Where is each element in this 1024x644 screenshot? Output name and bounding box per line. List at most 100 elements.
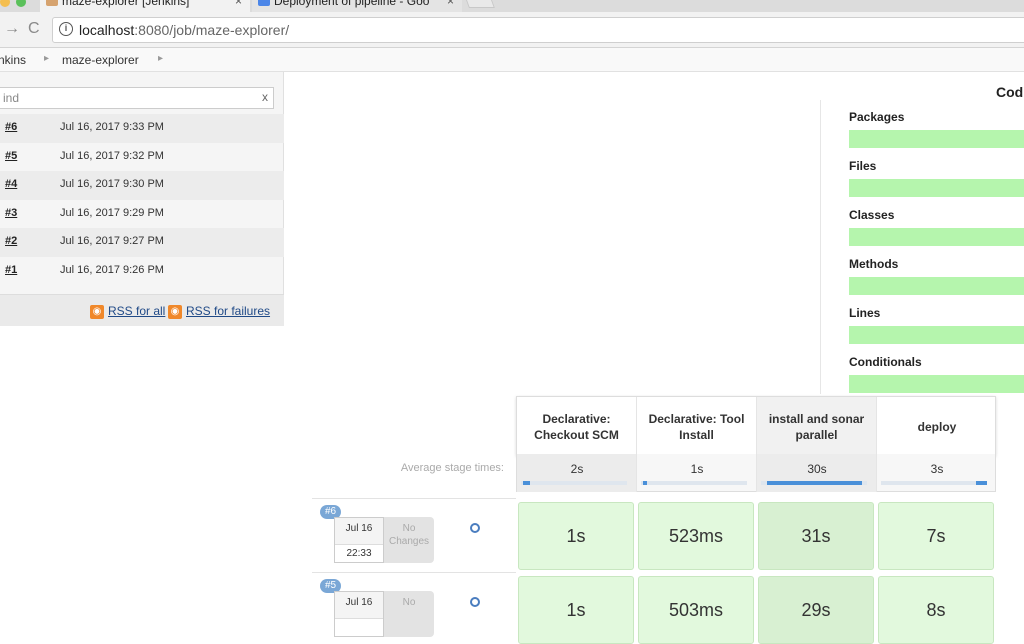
browser-tab-strip: maze-explorer [Jenkins] × Deployment of … — [0, 0, 1024, 12]
coverage-bar-files — [849, 179, 1024, 197]
run-date: Jul 16 — [345, 523, 373, 534]
stage-header-deploy: deploy — [917, 420, 957, 434]
find-build-input[interactable]: ind — [0, 87, 274, 109]
build-number-link[interactable]: #1 — [5, 264, 17, 276]
stage-cell[interactable]: 8s — [878, 576, 994, 644]
build-row: #4 Jul 16, 2017 9:30 PM — [0, 171, 284, 200]
stage-cell[interactable]: 31s — [758, 502, 874, 570]
coverage-label-files: Files — [849, 159, 877, 173]
coverage-bar-lines — [849, 326, 1024, 344]
stage-header-install-sonar: install and sonar parallel — [757, 397, 877, 457]
window-maximize-icon[interactable] — [16, 0, 26, 7]
coverage-label-packages: Packages — [849, 110, 905, 124]
url-text: localhost:8080/job/maze-explorer/ — [79, 22, 290, 38]
jenkins-favicon-icon — [46, 0, 58, 6]
run-date-box: Jul 16 — [334, 591, 384, 637]
build-row: #3 Jul 16, 2017 9:29 PM — [0, 200, 284, 229]
average-stage-times-label: Average stage times: — [400, 462, 504, 474]
stage-cell[interactable]: 29s — [758, 576, 874, 644]
google-docs-favicon-icon — [258, 0, 270, 6]
run-changes[interactable]: No — [384, 591, 434, 637]
build-row: #5 Jul 16, 2017 9:32 PM — [0, 143, 284, 172]
coverage-label-classes: Classes — [849, 208, 895, 222]
new-tab-button[interactable] — [463, 0, 495, 8]
build-row: #2 Jul 16, 2017 9:27 PM — [0, 228, 284, 257]
coverage-label-lines: Lines — [849, 306, 881, 320]
avg-progress-fill — [523, 481, 530, 485]
avg-time: 1s — [690, 462, 704, 476]
breadcrumb-separator-icon[interactable]: ▸ — [158, 53, 163, 64]
avg-time: 30s — [807, 462, 827, 476]
breadcrumb-separator-icon[interactable]: ▸ — [44, 53, 49, 64]
stage-cell[interactable]: 503ms — [638, 576, 754, 644]
avg-progress-track — [881, 481, 987, 485]
tab-close-icon[interactable]: × — [447, 0, 454, 12]
build-number-link[interactable]: #4 — [5, 178, 17, 190]
window-minimize-icon[interactable] — [0, 0, 10, 7]
avg-cell: 3s — [877, 454, 997, 492]
coverage-bar-conditionals — [849, 375, 1024, 393]
rss-icon: ◉ — [168, 305, 182, 319]
code-coverage-panel: Cod Packages Files Classes Methods Lines… — [818, 72, 1024, 394]
stage-header-row: Declarative: Checkout SCM Declarative: T… — [516, 396, 996, 457]
build-date-link[interactable]: Jul 16, 2017 9:29 PM — [60, 207, 164, 219]
breadcrumb-maze-explorer[interactable]: maze-explorer — [62, 53, 139, 67]
rss-icon: ◉ — [90, 305, 104, 319]
avg-progress-fill — [767, 481, 862, 485]
coverage-bar-methods — [849, 277, 1024, 295]
avg-progress-fill — [976, 481, 987, 485]
run-time: 22:33 — [335, 544, 383, 562]
stage-cell[interactable]: 7s — [878, 502, 994, 570]
browser-toolbar: → C i localhost:8080/job/maze-explorer/ — [0, 12, 1024, 48]
reload-icon[interactable]: C — [28, 20, 40, 38]
browser-tab-jenkins[interactable]: maze-explorer [Jenkins] × — [40, 0, 250, 12]
build-date-link[interactable]: Jul 16, 2017 9:33 PM — [60, 121, 164, 133]
tab-title: Deployment of pipeline - Goo — [274, 0, 430, 8]
stage-cell[interactable]: 1s — [518, 502, 634, 570]
run-info-icon[interactable] — [470, 523, 480, 533]
build-row: #1 Jul 16, 2017 9:26 PM — [0, 257, 284, 286]
build-date-link[interactable]: Jul 16, 2017 9:32 PM — [60, 150, 164, 162]
build-date-link[interactable]: Jul 16, 2017 9:30 PM — [60, 178, 164, 190]
average-stage-times-row: 2s 1s 30s 3s — [516, 454, 996, 492]
avg-time: 2s — [570, 462, 584, 476]
build-number-link[interactable]: #3 — [5, 207, 17, 219]
rss-all-link[interactable]: RSS for all — [108, 304, 165, 318]
run-info-icon[interactable] — [470, 597, 480, 607]
build-number-link[interactable]: #2 — [5, 235, 17, 247]
site-info-icon[interactable]: i — [59, 22, 73, 36]
coverage-chart: Packages Files Classes Methods Lines Con… — [820, 100, 1024, 394]
run-row-info: #6 Jul 16 22:33 No Changes — [312, 498, 516, 570]
tab-close-icon[interactable]: × — [235, 0, 242, 12]
build-date-link[interactable]: Jul 16, 2017 9:27 PM — [60, 235, 164, 247]
avg-cell: 1s — [637, 454, 757, 492]
browser-tab-google-doc[interactable]: Deployment of pipeline - Goo × — [252, 0, 462, 12]
rss-failures-link[interactable]: RSS for failures — [186, 304, 270, 318]
avg-cell: 2s — [517, 454, 637, 492]
coverage-label-conditionals: Conditionals — [849, 355, 922, 369]
window-controls — [0, 0, 32, 10]
build-date-link[interactable]: Jul 16, 2017 9:26 PM — [60, 264, 164, 276]
avg-time: 3s — [930, 462, 944, 476]
build-row: #6 Jul 16, 2017 9:33 PM — [0, 114, 284, 143]
run-time — [335, 618, 383, 636]
build-number-link[interactable]: #5 — [5, 150, 17, 162]
stage-cell[interactable]: 1s — [518, 576, 634, 644]
forward-arrow-icon[interactable]: → — [4, 20, 20, 38]
run-row-info: #5 Jul 16 No — [312, 572, 516, 644]
url-bar[interactable]: i localhost:8080/job/maze-explorer/ — [52, 17, 1024, 43]
stage-cell[interactable]: 523ms — [638, 502, 754, 570]
stage-header-tool-install: Declarative: Tool Install — [637, 397, 757, 457]
avg-progress-track — [521, 481, 627, 485]
clear-find-icon[interactable]: x — [262, 90, 268, 104]
build-history-panel: ind x #6 Jul 16, 2017 9:33 PM #5 Jul 16,… — [0, 72, 284, 326]
build-number-link[interactable]: #6 — [5, 121, 17, 133]
rss-links: ◉ RSS for all ◉ RSS for failures — [0, 294, 284, 326]
run-changes[interactable]: No Changes — [384, 517, 434, 563]
pipeline-stage-view: Declarative: Checkout SCM Declarative: T… — [312, 394, 1024, 644]
breadcrumb-jenkins[interactable]: nkins — [0, 53, 26, 67]
avg-cell: 30s — [757, 454, 877, 492]
avg-progress-track — [641, 481, 747, 485]
run-date: Jul 16 — [345, 597, 373, 608]
coverage-title: Cod — [996, 84, 1024, 100]
